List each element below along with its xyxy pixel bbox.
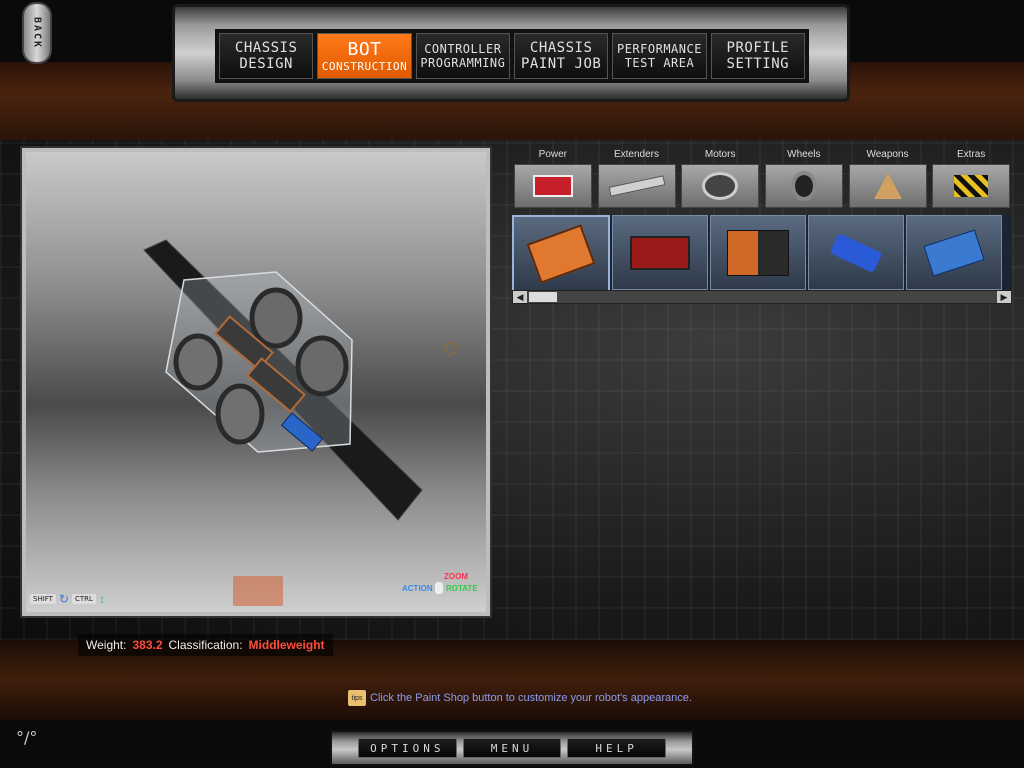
category-extras[interactable]: Extras: [930, 148, 1012, 210]
part-blue-battery-box[interactable]: [906, 215, 1002, 290]
nav-tab-strip: CHASSIS DESIGN BOT CONSTRUCTION CONTROLL…: [215, 29, 809, 83]
scroll-thumb[interactable]: [529, 292, 557, 302]
tab-label-line1: PROFILE: [726, 40, 790, 56]
hazard-icon: [932, 164, 1011, 208]
category-label: Weapons: [866, 149, 909, 160]
bottom-menu-bar: OPTIONS MENU HELP: [330, 730, 694, 766]
parts-carousel: [512, 215, 1012, 290]
blue-power-cell-icon: [829, 232, 883, 273]
ctrl-key-chip: CTRL: [72, 594, 96, 604]
back-button[interactable]: BACK: [22, 2, 52, 64]
battery-icon: [513, 164, 592, 208]
top-navigation: CHASSIS DESIGN BOT CONSTRUCTION CONTROLL…: [172, 4, 850, 102]
robot-model: [143, 239, 423, 521]
tab-label-line2: PROGRAMMING: [420, 56, 506, 70]
part-category-tabs: Power Extenders Motors Wheels Weapons Ex…: [512, 148, 1012, 210]
tip-bar: tips Click the Paint Shop button to cust…: [348, 690, 692, 706]
tab-profile-setting[interactable]: PROFILE SETTING: [710, 33, 805, 79]
tab-label-line1: CHASSIS: [234, 40, 298, 56]
category-power[interactable]: Power: [512, 148, 594, 210]
tab-label-line2: CONSTRUCTION: [321, 60, 408, 73]
category-label: Power: [538, 149, 568, 160]
category-extenders[interactable]: Extenders: [596, 148, 678, 210]
red-battery-icon: [630, 235, 690, 270]
rotate-label: ROTATE: [446, 584, 478, 593]
tab-chassis-design[interactable]: CHASSIS DESIGN: [219, 33, 314, 79]
rotate-arrow-icon: ↻: [58, 592, 70, 606]
robot-stats: Weight: 383.2 Classification: Middleweig…: [78, 634, 333, 656]
action-label: ACTION: [402, 584, 433, 593]
tab-label-line1: CHASSIS: [529, 40, 593, 56]
tab-bot-construction[interactable]: BOT CONSTRUCTION: [317, 33, 412, 79]
camera-control-hints: SHIFT ↻ CTRL ↕: [30, 592, 105, 606]
tab-label-line1: CONTROLLER: [424, 42, 502, 56]
part-orange-battery-pack[interactable]: [512, 215, 610, 290]
mouse-icon: [435, 582, 443, 594]
category-label: Extenders: [613, 149, 660, 160]
part-blue-power-cell[interactable]: [808, 215, 904, 290]
cursor-gear-icon: [444, 342, 458, 356]
help-button[interactable]: HELP: [567, 738, 667, 758]
vertical-arrow-icon: ↕: [98, 592, 105, 606]
blade-icon: [848, 164, 927, 208]
blue-battery-box-icon: [923, 228, 985, 277]
classification-value: Middleweight: [248, 638, 325, 652]
tab-label-line2: SETTING: [726, 56, 790, 72]
scroll-left-icon[interactable]: ◀: [513, 291, 527, 303]
weight-value: 383.2: [132, 638, 163, 652]
tab-label-line2: PAINT JOB: [520, 56, 602, 72]
robot-3d-viewport[interactable]: SHIFT ↻ CTRL ↕ ZOOM ACTION ROTATE: [20, 146, 492, 618]
motor-icon: [681, 164, 760, 208]
category-label: Wheels: [787, 149, 821, 160]
part-red-battery[interactable]: [612, 215, 708, 290]
back-label: BACK: [31, 16, 43, 50]
shift-key-chip: SHIFT: [30, 594, 56, 604]
category-motors[interactable]: Motors: [679, 148, 761, 210]
tab-label-line2: DESIGN: [239, 56, 293, 72]
category-wheels[interactable]: Wheels: [763, 148, 845, 210]
part-battery-cluster[interactable]: [710, 215, 806, 290]
bar-icon: [597, 164, 676, 208]
tips-icon: tips: [348, 690, 366, 706]
action-control-hints: ZOOM ACTION ROTATE: [402, 572, 482, 602]
zoom-label: ZOOM: [444, 572, 468, 581]
tab-performance-test-area[interactable]: PERFORMANCE TEST AREA: [612, 33, 707, 79]
category-weapons[interactable]: Weapons: [847, 148, 929, 210]
options-button[interactable]: OPTIONS: [358, 738, 457, 758]
wheel-icon: [764, 164, 843, 208]
tab-label-line1: PERFORMANCE: [616, 42, 702, 56]
selected-part-preview: [233, 576, 283, 606]
orange-battery-pack-icon: [526, 223, 596, 284]
classification-label: Classification:: [168, 638, 243, 652]
tab-chassis-paint-job[interactable]: CHASSIS PAINT JOB: [513, 33, 609, 79]
category-label: Extras: [957, 149, 986, 160]
menu-button[interactable]: MENU: [462, 738, 562, 758]
tab-controller-programming[interactable]: CONTROLLER PROGRAMMING: [415, 33, 510, 79]
tip-text: Click the Paint Shop button to customize…: [370, 692, 692, 704]
weight-label: Weight:: [86, 638, 127, 652]
tab-label-line1: BOT: [347, 39, 382, 60]
parts-scrollbar[interactable]: ◀ ▶: [512, 290, 1012, 304]
category-label: Motors: [704, 149, 736, 160]
battery-cluster-icon: [727, 229, 789, 276]
scroll-right-icon[interactable]: ▶: [997, 291, 1011, 303]
tab-label-line2: TEST AREA: [624, 56, 695, 70]
corner-logo-icon: °/°: [16, 728, 38, 747]
